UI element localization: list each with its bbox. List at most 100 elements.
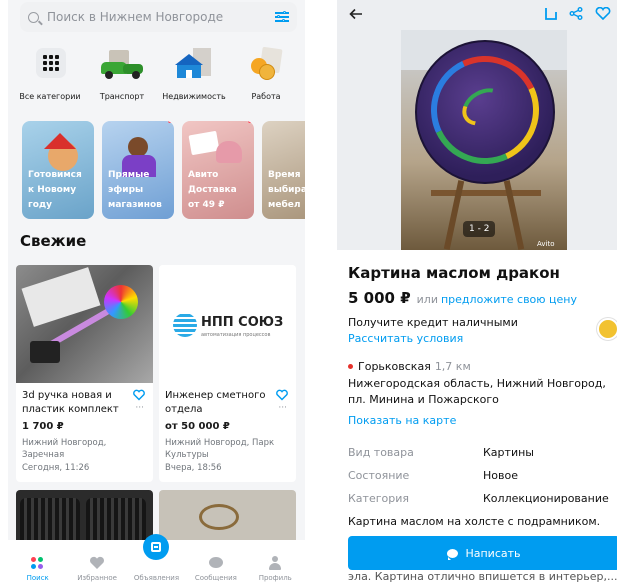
story-card[interactable]: Прямые эфиры магазинов (102, 121, 174, 219)
price-or: или (416, 293, 438, 306)
briefcase-icon (243, 44, 289, 84)
story-card[interactable]: Время выбира мебел (262, 121, 305, 219)
tab-label: Избранное (77, 574, 117, 582)
listing-title: 3d ручка новая и пластик комплект (22, 390, 119, 415)
offer-price-link[interactable]: предложите свою цену (441, 293, 577, 306)
category-label: Транспорт (99, 92, 145, 101)
bottom-tab-bar: Поиск Избранное Объявления Сообщения Про… (8, 534, 305, 588)
metro-icon (348, 364, 353, 369)
favorite-heart-icon[interactable] (133, 389, 145, 401)
car-icon (99, 44, 145, 84)
feed-screen: Поиск в Нижнем Новгороде Все категории Т… (8, 0, 305, 588)
listing-date: Сегодня, 11:26 (22, 463, 90, 473)
category-label: Работа (251, 92, 281, 101)
ad-description-cut: эла. Картина отлично впишется в интерьер… (348, 570, 617, 583)
unread-dot (168, 121, 172, 123)
param-key: Категория (348, 492, 409, 505)
tab-label: Профиль (258, 574, 292, 582)
param-row: Вид товара Картины (348, 441, 616, 464)
tab-messages[interactable]: Сообщения (187, 556, 245, 582)
photo-counter: 1 - 2 (463, 221, 496, 237)
grid-icon (27, 44, 73, 84)
ad-params: Вид товара Картины Состояние Новое Катег… (348, 441, 616, 510)
category-realty[interactable]: Недвижимость (162, 44, 226, 101)
ad-title: Картина маслом дракон (348, 264, 560, 282)
tab-profile[interactable]: Профиль (246, 556, 304, 582)
tab-search[interactable]: Поиск (9, 556, 67, 582)
listing-location: Нижний Новгород, Заречная (22, 438, 107, 460)
chat-icon (208, 556, 224, 570)
write-message-button[interactable]: Написать (348, 536, 617, 570)
listing-photo (16, 265, 153, 383)
listing-location: Нижний Новгород, Парк Культуры (165, 438, 275, 460)
logo-subcaption: автоматизация процессов (201, 332, 271, 338)
share-icon[interactable] (569, 7, 583, 20)
param-value: Новое (483, 469, 518, 482)
ad-description: Картина маслом на холсте с подрамником. (348, 515, 601, 528)
profile-icon (267, 556, 283, 570)
logo-caption: НПП СОЮЗ (201, 315, 284, 330)
write-button-label: Написать (465, 546, 521, 560)
tab-label: Объявления (133, 574, 180, 582)
photo-gallery[interactable]: 1 - 2 Avito (337, 0, 617, 250)
house-icon (171, 44, 217, 84)
metro-name: Горьковская (358, 360, 431, 373)
category-jobs[interactable]: Работа (234, 44, 298, 101)
param-row: Категория Коллекционирование (348, 487, 616, 510)
tab-label: Сообщения (194, 574, 237, 582)
bank-badge-icon[interactable] (597, 318, 617, 340)
param-value: Коллекционирование (483, 492, 609, 505)
ad-address: Нижегородская область, Нижний Новгород, … (348, 377, 606, 406)
listing-photo: НПП СОЮЗ автоматизация процессов (159, 265, 296, 383)
credit-calc-link[interactable]: Рассчитать условия (348, 332, 463, 345)
metro-distance: 1,7 км (434, 360, 471, 373)
more-menu-icon[interactable]: ··· (278, 403, 287, 413)
filter-icon[interactable] (275, 10, 289, 23)
bookmark-icon[interactable] (545, 7, 557, 20)
category-transport[interactable]: Транспорт (90, 44, 154, 101)
story-text: Готовимся к Новому году (28, 170, 82, 210)
listing-title: Инженер сметного отдела (165, 390, 266, 415)
param-key: Вид товара (348, 446, 414, 459)
category-all[interactable]: Все категории (18, 44, 82, 101)
story-card[interactable]: Готовимся к Новому году (22, 121, 94, 219)
more-menu-icon[interactable]: ··· (135, 403, 144, 413)
listing-card[interactable]: НПП СОЮЗ автоматизация процессов Инженер… (159, 265, 296, 482)
category-shortcuts: Все категории Транспорт Недвижимость Раб… (18, 44, 298, 101)
unread-dot (248, 121, 252, 123)
story-text: Авито Доставка от 49 ₽ (188, 170, 237, 210)
ad-toolbar (349, 4, 611, 24)
ad-detail-screen: 1 - 2 Avito Картина маслом дракон 5 000 … (337, 0, 617, 588)
search-icon (28, 11, 39, 23)
ad-price-row: 5 000 ₽ или предложите свою цену (348, 289, 577, 307)
story-text: Прямые эфиры магазинов (108, 170, 162, 210)
search-icon (30, 556, 46, 570)
show-on-map-link[interactable]: Показать на карте (348, 414, 456, 427)
listing-card[interactable]: 3d ручка новая и пластик комплект ··· 1 … (16, 265, 153, 482)
tab-label: Поиск (26, 574, 49, 582)
watermark: Avito (537, 240, 555, 248)
arrow-left-icon[interactable] (349, 8, 363, 20)
story-card[interactable]: Авито Доставка от 49 ₽ (182, 121, 254, 219)
credit-text: Получите кредит наличными (348, 316, 518, 329)
listing-date: Вчера, 18:56 (165, 463, 222, 473)
company-logo-icon (173, 313, 197, 337)
listing-price: 1 700 ₽ (22, 421, 64, 432)
metro-station: Горьковская 1,7 км (348, 360, 471, 373)
param-key: Состояние (348, 469, 410, 482)
category-label: Все категории (19, 92, 81, 101)
search-input[interactable]: Поиск в Нижнем Новгороде (20, 2, 297, 32)
listing-photo (401, 30, 567, 250)
heart-icon (90, 556, 105, 569)
listing-price: от 50 000 ₽ (165, 421, 230, 432)
tab-favorites[interactable]: Избранное (68, 556, 126, 582)
search-placeholder: Поиск в Нижнем Новгороде (47, 10, 224, 24)
stories-row: Готовимся к Новому году Прямые эфиры магазин… (22, 121, 305, 219)
heart-icon[interactable] (595, 7, 611, 20)
tab-post-ad[interactable]: Объявления (127, 534, 185, 582)
favorite-heart-icon[interactable] (276, 389, 288, 401)
chat-bubble-icon (447, 548, 459, 560)
fresh-heading: Свежие (20, 232, 87, 250)
category-label: Недвижимость (162, 92, 226, 101)
ad-price: 5 000 ₽ (348, 289, 411, 307)
